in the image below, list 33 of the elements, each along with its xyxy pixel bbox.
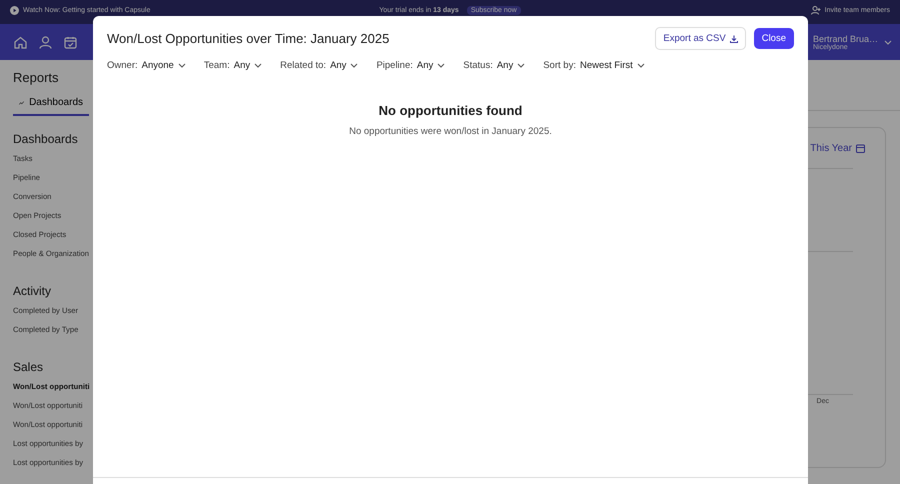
filter-dropdown[interactable]: Team: Any: [204, 60, 262, 71]
calendar-check-icon[interactable]: [64, 36, 77, 48]
section-heading: Sales: [13, 360, 44, 374]
chevron-down-icon: [636, 63, 645, 68]
user-name[interactable]: Bertrand Brua…: [812, 34, 878, 44]
page-title: Reports: [13, 70, 60, 85]
filter-dropdown[interactable]: Sort by: Newest First: [543, 60, 645, 71]
chevron-down-icon: [437, 63, 446, 68]
person-icon[interactable]: [39, 36, 52, 48]
chevron-down-icon: [884, 40, 892, 44]
dashboards-tab[interactable]: Dashboards: [13, 93, 89, 116]
chevron-down-icon: [350, 63, 358, 68]
export-button[interactable]: Export as CSV: [655, 27, 746, 50]
section-heading: Dashboards: [13, 132, 79, 146]
section-heading: Activity: [13, 284, 52, 298]
calendar-icon: [856, 144, 865, 153]
close-button[interactable]: Close: [754, 28, 794, 49]
filter-dropdown[interactable]: Status: Any: [463, 60, 526, 71]
filter-dropdown[interactable]: Related to: Any: [280, 60, 358, 71]
chevron-down-icon: [178, 63, 186, 68]
empty-title: No opportunities found: [378, 103, 522, 118]
trend-line-icon: [19, 100, 24, 106]
empty-message: No opportunities were won/lost in January 2025.: [349, 126, 552, 137]
filter-dropdown[interactable]: Pipeline: Any: [376, 60, 446, 71]
period-button[interactable]: This Year: [804, 142, 871, 155]
home-icon[interactable]: [14, 36, 27, 48]
chevron-down-icon: [517, 63, 526, 68]
chevron-down-icon: [254, 63, 262, 68]
person-plus-icon: [810, 6, 821, 15]
play-icon: [10, 6, 19, 15]
filter-dropdown[interactable]: Owner: Anyone: [107, 60, 186, 71]
dialog-title: Won/Lost Opportunities over Time: January 2025: [107, 31, 390, 46]
download-icon: [730, 34, 738, 42]
